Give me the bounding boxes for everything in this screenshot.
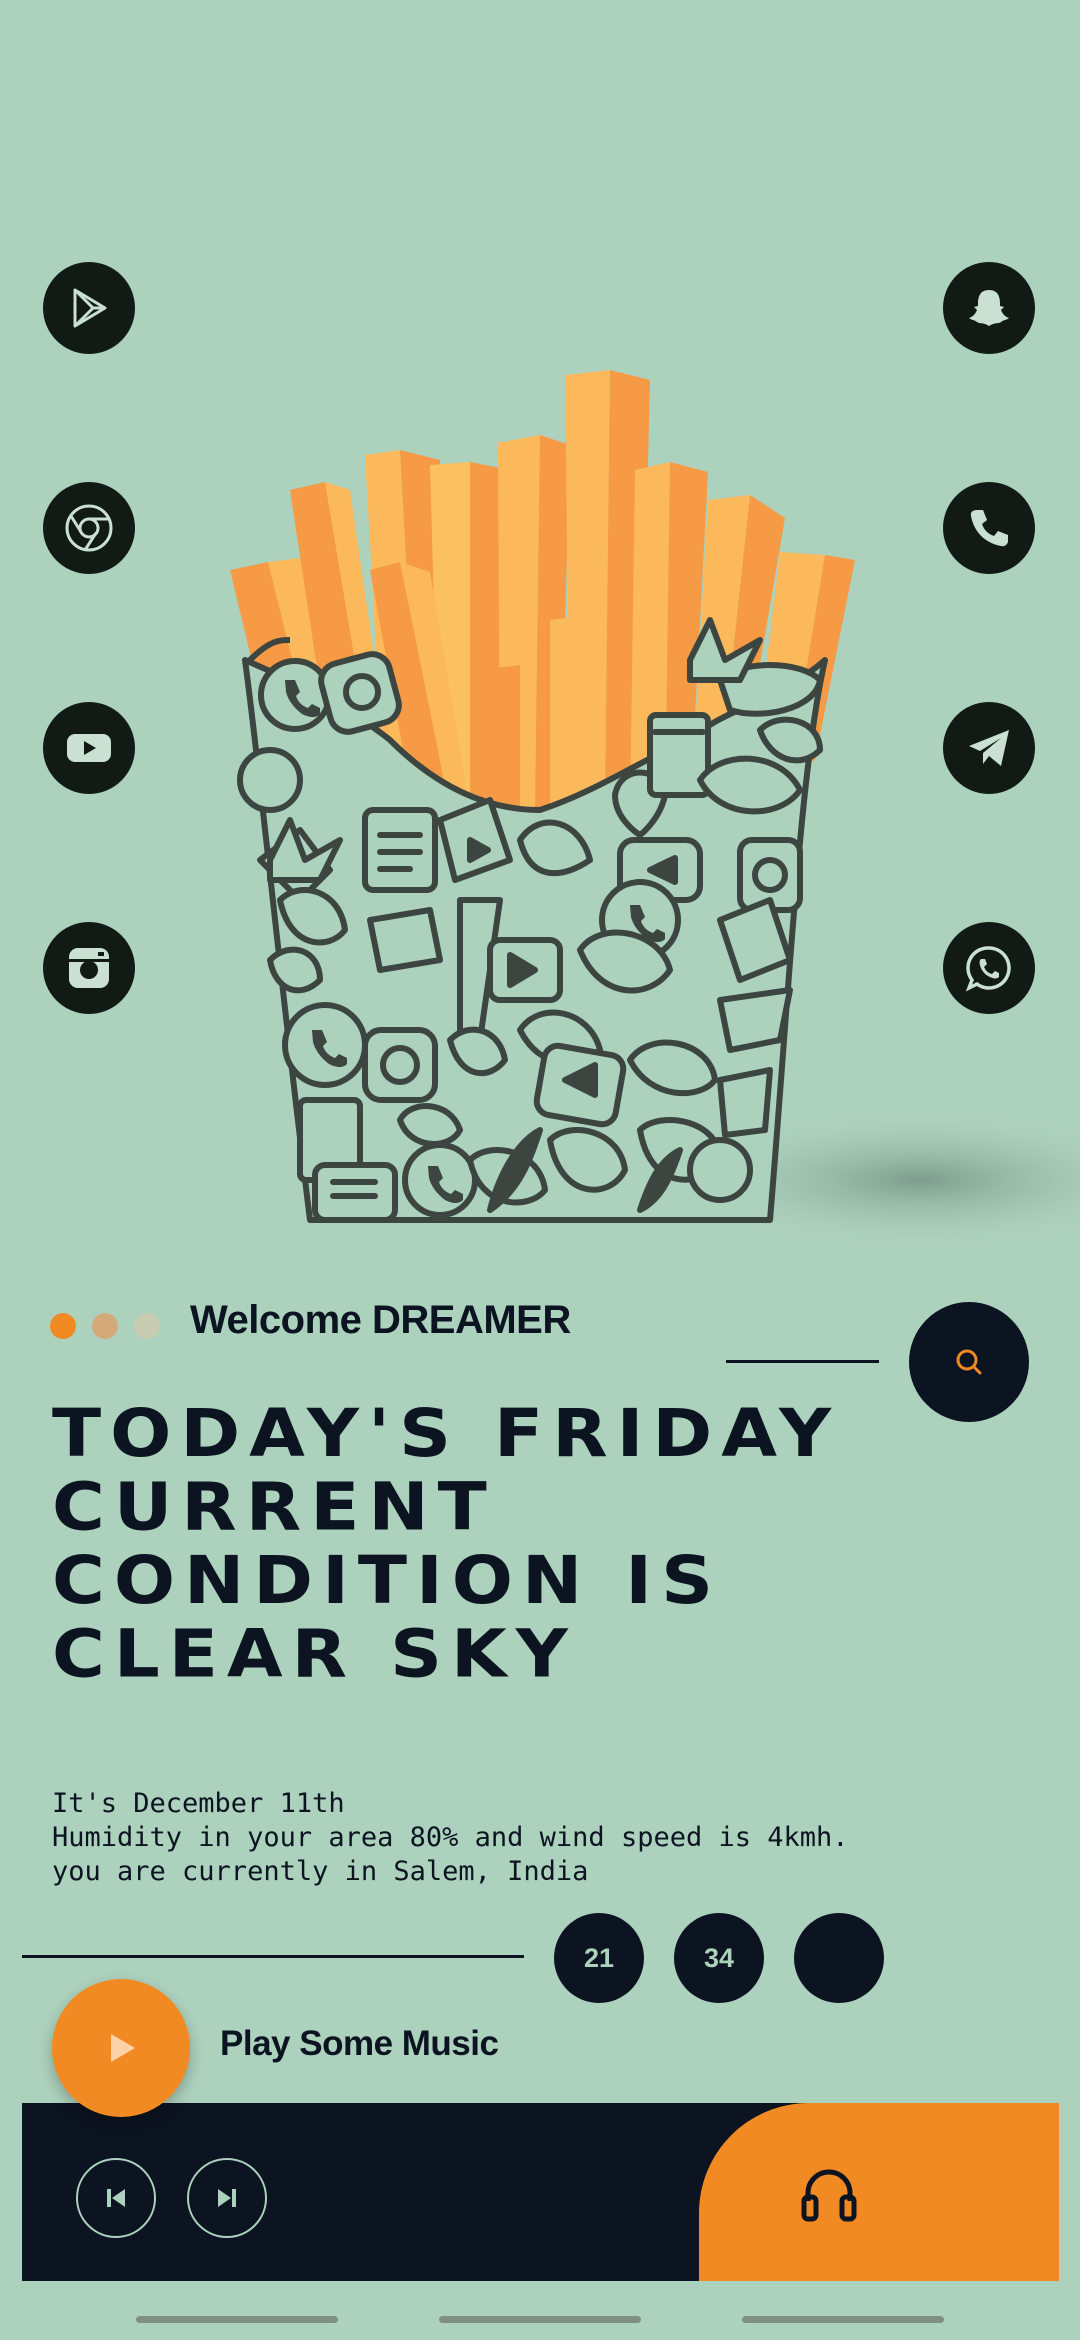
headline-line-4: CLEAR SKY	[52, 1614, 577, 1693]
stat-circle-3	[794, 1913, 884, 2003]
skip-next-icon	[218, 2189, 236, 2207]
play-button[interactable]	[52, 1979, 190, 2117]
play-icon	[111, 2034, 135, 2062]
nav-pill-right[interactable]	[742, 2316, 944, 2323]
skip-previous-icon	[107, 2189, 125, 2207]
fries-illustration	[230, 370, 1080, 1250]
stats-divider	[22, 1955, 524, 1958]
divider-line	[726, 1360, 879, 1363]
indicator-dot-3	[134, 1313, 160, 1339]
music-player-bar	[22, 2103, 1059, 2281]
welcome-text: Welcome DREAMER	[190, 1298, 571, 1342]
headline-line-1: TODAY'S FRIDAY	[52, 1394, 841, 1472]
nav-pill-center[interactable]	[439, 2316, 641, 2323]
headline-line-2: CURRENT	[52, 1467, 496, 1546]
weather-info: It's December 11th Humidity in your area…	[52, 1787, 849, 1889]
headline-line-3: CONDITION IS	[52, 1541, 722, 1619]
next-button[interactable]	[187, 2158, 267, 2238]
location-text: you are currently in Salem, India	[52, 1856, 589, 1887]
stat-circle-2: 34	[674, 1913, 764, 2003]
search-icon	[956, 1349, 982, 1375]
nav-pill-left[interactable]	[136, 2316, 338, 2323]
indicator-dot-2	[92, 1313, 118, 1339]
headphones-icon[interactable]	[798, 2163, 860, 2225]
indicator-dot-1	[50, 1313, 76, 1339]
previous-button[interactable]	[76, 2158, 156, 2238]
headphones-panel[interactable]	[699, 2103, 1059, 2281]
stat-circle-1: 21	[554, 1913, 644, 2003]
weather-text: Humidity in your area 80% and wind speed…	[52, 1822, 849, 1853]
play-music-label[interactable]: Play Some Music	[220, 2024, 499, 2064]
headline: TODAY'S FRIDAY CURRENT CONDITION IS CLEA…	[52, 1396, 952, 1690]
date-text: It's December 11th	[52, 1788, 345, 1819]
